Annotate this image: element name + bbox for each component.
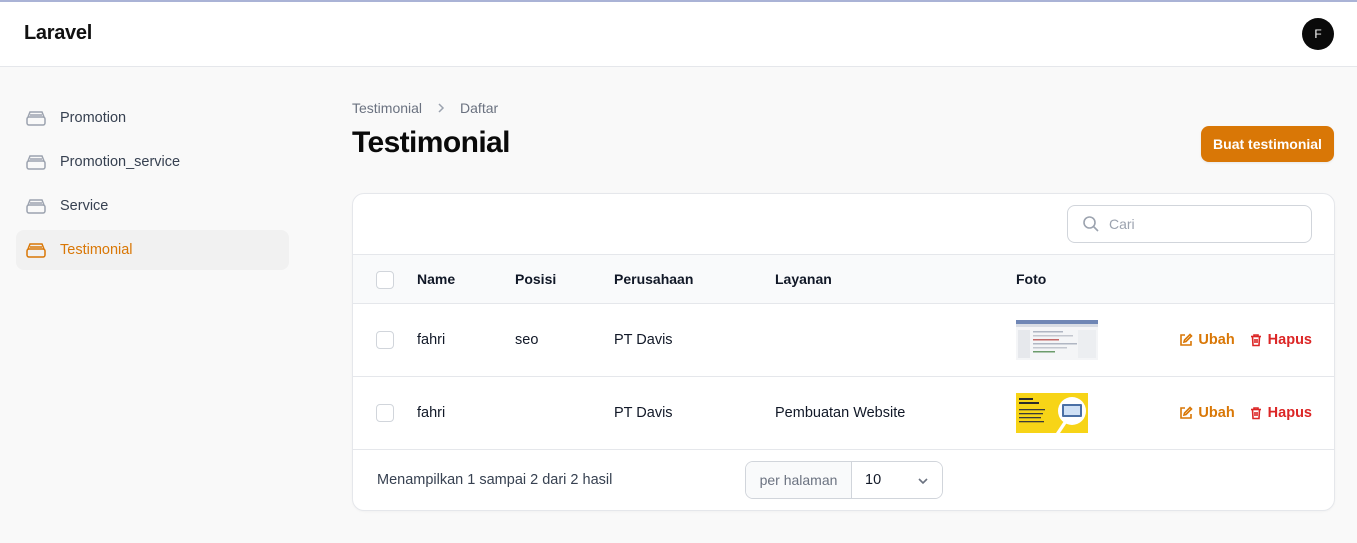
column-header-posisi[interactable]: Posisi <box>515 255 556 303</box>
cell-perusahaan: PT Davis <box>614 405 673 421</box>
cell-perusahaan: PT Davis <box>614 332 673 348</box>
per-page-select[interactable]: 10 <box>852 462 942 498</box>
sidebar-item-testimonial[interactable]: Testimonial <box>16 230 289 270</box>
sidebar-item-label: Testimonial <box>60 242 133 258</box>
photo-thumbnail[interactable] <box>1016 393 1088 433</box>
select-all-checkbox[interactable] <box>376 271 394 289</box>
archive-box-icon <box>24 106 48 130</box>
search-icon <box>1082 215 1100 233</box>
column-header-layanan[interactable]: Layanan <box>775 255 832 303</box>
pencil-square-icon <box>1179 406 1194 420</box>
brand-logo[interactable]: Laravel <box>24 22 92 45</box>
breadcrumb-parent-link[interactable]: Testimonial <box>352 100 422 116</box>
cell-posisi: seo <box>515 332 539 348</box>
chevron-down-icon <box>916 474 930 488</box>
photo-thumbnail[interactable] <box>1016 320 1098 360</box>
edit-label: Ubah <box>1198 405 1235 421</box>
sidebar-item-service[interactable]: Service <box>16 186 289 226</box>
create-testimonial-button[interactable]: Buat testimonial <box>1201 126 1334 162</box>
cell-layanan: Pembuatan Website <box>775 405 906 421</box>
column-header-foto[interactable]: Foto <box>1016 255 1046 303</box>
table-header: Name Posisi Perusahaan Layanan Foto <box>353 254 1334 304</box>
edit-label: Ubah <box>1198 332 1235 348</box>
edit-button[interactable]: Ubah <box>1179 332 1235 348</box>
testimonial-table-card: Name Posisi Perusahaan Layanan Foto fahr… <box>352 193 1335 511</box>
breadcrumb: Testimonial Daftar <box>352 100 498 116</box>
trash-icon <box>1249 333 1263 347</box>
page-title: Testimonial <box>352 126 510 159</box>
column-header-name[interactable]: Name <box>417 255 455 303</box>
archive-box-icon <box>24 194 48 218</box>
user-avatar[interactable]: F <box>1302 18 1334 50</box>
pagination-summary: Menampilkan 1 sampai 2 dari 2 hasil <box>377 472 613 488</box>
sidebar-item-label: Service <box>60 198 109 214</box>
pencil-square-icon <box>1179 333 1194 347</box>
sidebar-item-promotion-service[interactable]: Promotion_service <box>16 142 289 182</box>
column-header-perusahaan[interactable]: Perusahaan <box>614 255 693 303</box>
sidebar-item-label: Promotion_service <box>60 154 181 170</box>
edit-button[interactable]: Ubah <box>1179 405 1235 421</box>
per-page-label: per halaman <box>746 462 852 498</box>
delete-button[interactable]: Hapus <box>1249 405 1312 421</box>
search-input[interactable] <box>1109 216 1289 232</box>
cell-name: fahri <box>417 332 446 348</box>
sidebar-item-label: Promotion <box>60 110 127 126</box>
chevron-right-icon <box>435 102 447 114</box>
row-checkbox[interactable] <box>376 331 394 349</box>
sidebar: Promotion Promotion_service Service Test… <box>16 98 289 274</box>
row-actions: Ubah Hapus <box>1179 304 1312 376</box>
row-actions: Ubah Hapus <box>1179 377 1312 449</box>
table-row[interactable]: fahri PT Davis Pembuatan Website Ubah Ha… <box>353 377 1334 450</box>
top-navbar: Laravel F <box>0 2 1357 67</box>
row-checkbox[interactable] <box>376 404 394 422</box>
table-row[interactable]: fahri seo PT Davis Ubah Hapus <box>353 304 1334 377</box>
breadcrumb-current: Daftar <box>460 100 499 116</box>
trash-icon <box>1249 406 1263 420</box>
per-page-value: 10 <box>865 472 882 488</box>
cell-name: fahri <box>417 405 446 421</box>
delete-button[interactable]: Hapus <box>1249 332 1312 348</box>
sidebar-item-promotion[interactable]: Promotion <box>16 98 289 138</box>
per-page-control: per halaman 10 <box>745 461 943 499</box>
archive-box-icon <box>24 238 48 262</box>
archive-box-icon <box>24 150 48 174</box>
delete-label: Hapus <box>1267 332 1312 348</box>
delete-label: Hapus <box>1267 405 1312 421</box>
search-box[interactable] <box>1067 205 1312 243</box>
